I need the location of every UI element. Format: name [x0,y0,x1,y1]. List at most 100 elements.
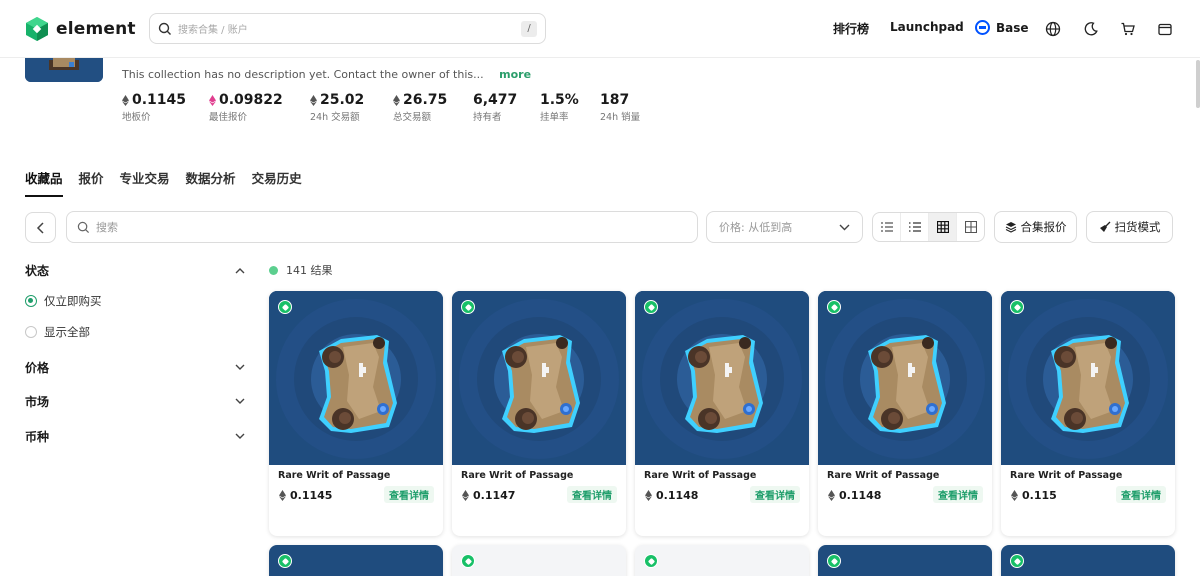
stat-value: 0.09822 [219,92,283,108]
item-image[interactable] [269,291,443,465]
globe-icon[interactable] [1044,20,1062,38]
search-placeholder: 搜索合集 / 账户 [178,25,248,36]
collection-offer-button[interactable]: 合集报价 [994,211,1077,243]
verified-icon [827,554,841,568]
item-image[interactable] [452,291,626,465]
item-price: 0.1145 [279,489,332,502]
eth-icon [122,94,129,106]
tab-offers[interactable]: 报价 [79,168,104,197]
item-image[interactable] [635,291,809,465]
view-details-button[interactable]: 查看详情 [1116,486,1166,503]
item-price: 0.1148 [828,489,881,502]
sweep-mode-button[interactable]: 扫货模式 [1086,211,1173,243]
stat-value: 1.5% [540,92,579,108]
eth-icon [645,490,652,501]
stat-label: 持有者 [473,112,502,123]
item-price: 0.115 [1011,489,1057,502]
view-details-button[interactable]: 查看详情 [750,486,800,503]
filter-status-header[interactable]: 状态 [25,262,245,279]
item-card-partial[interactable] [452,545,626,576]
chain-name: Base [996,20,1029,35]
item-image[interactable] [818,291,992,465]
global-search-input[interactable]: 搜索合集 / 账户 / [149,13,546,44]
base-chain-icon [975,20,990,35]
description-more-link[interactable]: more [499,68,531,81]
radio-unselected-icon[interactable] [25,326,37,338]
items-search-input[interactable]: 搜索 [66,211,698,243]
verified-icon [278,554,292,568]
filter-price-header[interactable]: 价格 [25,359,245,376]
item-image[interactable] [1001,291,1175,465]
eth-icon [828,490,835,501]
tab-activity[interactable]: 交易历史 [252,168,302,197]
item-card[interactable]: Rare Writ of Passage 0.1148 查看详情 [818,291,992,536]
radio-selected-icon[interactable] [25,295,37,307]
search-icon [77,221,90,233]
item-name: Rare Writ of Passage [644,470,757,481]
filter-currency-header[interactable]: 币种 [25,428,245,445]
item-card-partial[interactable] [635,545,809,576]
collection-avatar [25,56,103,82]
top-header: element 搜索合集 / 账户 / 排行榜 Launchpad Base [0,0,1200,58]
moon-icon[interactable] [1082,20,1100,38]
item-card-partial[interactable] [818,545,992,576]
stat-total-volume: 26.75 总交易额 [393,92,473,123]
chevron-down-icon [235,433,245,439]
cart-icon[interactable] [1119,20,1137,38]
nav-ranking[interactable]: 排行榜 [833,20,869,37]
tab-pro-trade[interactable]: 专业交易 [120,168,170,197]
eth-icon [393,94,400,106]
view-details-button[interactable]: 查看详情 [384,486,434,503]
view-compact-list-button[interactable] [901,213,929,241]
page-scrollbar[interactable] [1196,60,1200,108]
sort-dropdown[interactable]: 价格: 从低到高 [706,211,863,243]
logo[interactable]: element [24,16,136,42]
nav-launchpad[interactable]: Launchpad [890,20,964,34]
item-card-partial[interactable] [1001,545,1175,576]
logo-text: element [56,19,136,39]
item-name: Rare Writ of Passage [1010,470,1123,481]
collection-description: This collection has no description yet. … [122,68,531,81]
list-icon [880,222,893,232]
tab-items[interactable]: 收藏品 [25,168,63,197]
filter-buy-now-label: 仅立即购买 [44,294,102,308]
item-card[interactable]: Rare Writ of Passage 0.1147 查看详情 [452,291,626,536]
filter-buy-now-option[interactable]: 仅立即购买 [25,293,102,309]
item-name: Rare Writ of Passage [827,470,940,481]
chain-selector[interactable]: Base [975,20,1029,35]
view-grid-large-button[interactable] [957,213,984,241]
stat-value: 26.75 [403,92,448,108]
verified-icon [1010,300,1024,314]
verified-icon [461,300,475,314]
stat-label: 24h 销量 [600,112,641,123]
item-price-value: 0.1145 [290,489,333,502]
view-details-button[interactable]: 查看详情 [567,486,617,503]
verified-icon [461,554,475,568]
sweep-mode-label: 扫货模式 [1114,220,1161,234]
filter-market-header[interactable]: 市场 [25,393,245,410]
wallet-icon[interactable] [1156,20,1174,38]
stat-value: 25.02 [320,92,365,108]
eth-icon [310,94,317,106]
filter-status-title: 状态 [25,264,50,278]
view-details-button[interactable]: 查看详情 [933,486,983,503]
broom-icon [1099,221,1110,232]
stat-value: 0.1145 [132,92,187,108]
item-price-value: 0.115 [1022,489,1057,502]
view-list-button[interactable] [873,213,901,241]
view-mode-toggle [872,212,985,242]
eth-icon [462,490,469,501]
item-card[interactable]: Rare Writ of Passage 0.1145 查看详情 [269,291,443,536]
filter-show-all-option[interactable]: 显示全部 [25,324,90,340]
stat-label: 总交易额 [393,112,432,123]
view-grid-small-button[interactable] [929,213,957,241]
item-price: 0.1148 [645,489,698,502]
item-card-partial[interactable] [269,545,443,576]
item-price-value: 0.1148 [839,489,882,502]
list-bullet-icon [908,222,921,232]
item-card[interactable]: Rare Writ of Passage 0.1148 查看详情 [635,291,809,536]
item-price-value: 0.1148 [656,489,699,502]
item-card[interactable]: Rare Writ of Passage 0.115 查看详情 [1001,291,1175,536]
tab-analytics[interactable]: 数据分析 [186,168,236,197]
collapse-filters-button[interactable] [25,212,56,243]
